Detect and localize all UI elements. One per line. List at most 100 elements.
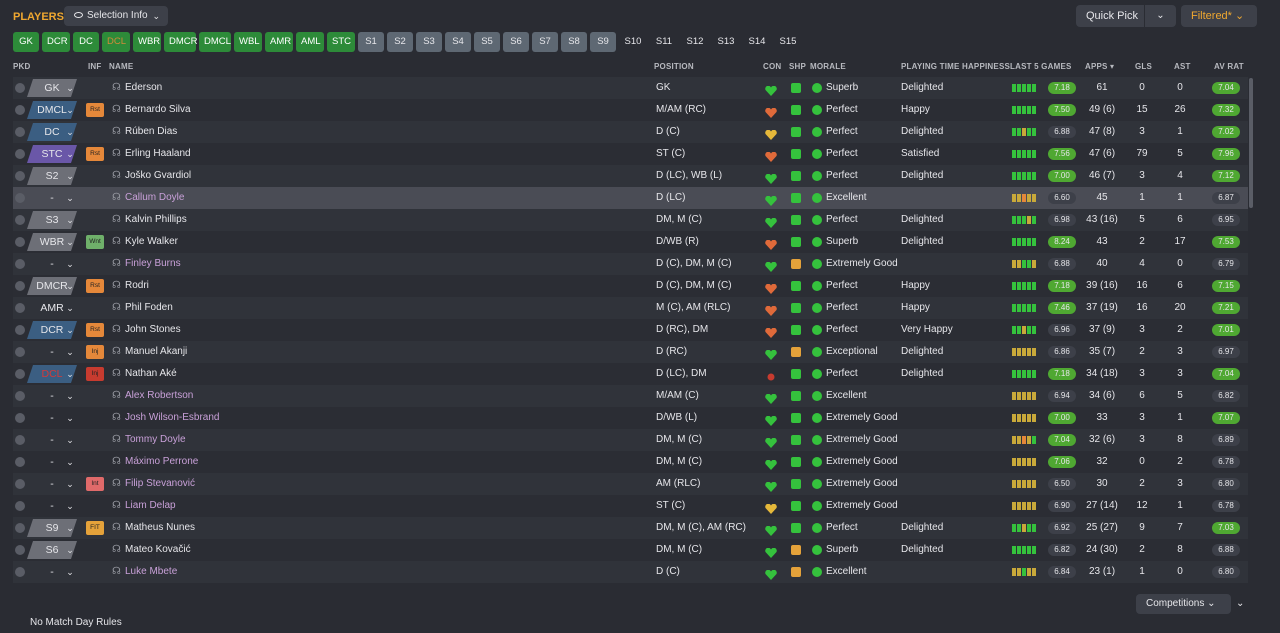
- player-name[interactable]: Máximo Perrone: [125, 451, 198, 473]
- select-checkbox[interactable]: [15, 237, 25, 247]
- player-name[interactable]: John Stones: [125, 319, 181, 341]
- select-checkbox[interactable]: [15, 545, 25, 555]
- position-filter-s7[interactable]: S7: [532, 32, 558, 52]
- position-filter-s15[interactable]: S15: [774, 32, 802, 52]
- select-checkbox[interactable]: [15, 479, 25, 489]
- chevron-down-icon[interactable]: ⌄: [63, 165, 77, 187]
- quick-pick-dropdown[interactable]: ⌄: [1144, 5, 1176, 27]
- chevron-down-icon[interactable]: ⌄: [63, 561, 77, 583]
- player-name[interactable]: Matheus Nunes: [125, 517, 195, 539]
- chevron-down-icon[interactable]: ⌄: [63, 539, 77, 561]
- chevron-down-icon[interactable]: ⌄: [63, 187, 77, 209]
- position-filter-s14[interactable]: S14: [743, 32, 771, 52]
- position-filter-s10[interactable]: S10: [619, 32, 647, 52]
- chevron-down-icon[interactable]: ⌄: [63, 275, 77, 297]
- select-checkbox[interactable]: [15, 171, 25, 181]
- player-name[interactable]: Phil Foden: [125, 297, 173, 319]
- table-row[interactable]: STC ⌄ Rst ☊ Erling Haaland ST (C) Perfect Satis…: [13, 143, 1248, 165]
- table-row[interactable]: DCR ⌄ Rst ☊ John Stones D (RC), DM Perfect Very…: [13, 319, 1248, 341]
- player-name[interactable]: Rúben Dias: [125, 121, 177, 143]
- player-name[interactable]: Rodri: [125, 275, 149, 297]
- position-filter-s12[interactable]: S12: [681, 32, 709, 52]
- select-checkbox[interactable]: [15, 215, 25, 225]
- chevron-down-icon[interactable]: ⌄: [63, 297, 77, 319]
- player-name[interactable]: Liam Delap: [125, 495, 176, 517]
- table-row[interactable]: - ⌄ ☊ Luke Mbete D (C) Excellent 6.84 23 (1) 1 0 6…: [13, 561, 1248, 583]
- player-name[interactable]: Nathan Aké: [125, 363, 177, 385]
- player-name[interactable]: Alex Robertson: [125, 385, 193, 407]
- position-filter-aml[interactable]: AML: [296, 32, 324, 52]
- select-checkbox[interactable]: [15, 83, 25, 93]
- position-filter-dc[interactable]: DC: [73, 32, 99, 52]
- chevron-down-icon[interactable]: ⌄: [63, 231, 77, 253]
- position-filter-dmcr[interactable]: DMCR: [164, 32, 198, 52]
- col-gls[interactable]: GLS: [1135, 62, 1152, 72]
- position-filter-dmcl[interactable]: DMCL: [199, 32, 231, 52]
- player-name[interactable]: Ederson: [125, 77, 162, 99]
- position-filter-s4[interactable]: S4: [445, 32, 471, 52]
- table-row[interactable]: DCL ⌄ Inj ☊ Nathan Aké D (LC), DM Perfect Delig…: [13, 363, 1248, 385]
- player-name[interactable]: Bernardo Silva: [125, 99, 191, 121]
- player-name[interactable]: Luke Mbete: [125, 561, 177, 583]
- chevron-down-icon[interactable]: ⌄: [63, 77, 77, 99]
- select-checkbox[interactable]: [15, 347, 25, 357]
- col-inf[interactable]: INF: [88, 62, 102, 72]
- position-filter-gk[interactable]: GK: [13, 32, 39, 52]
- player-name[interactable]: Finley Burns: [125, 253, 181, 275]
- table-row[interactable]: S3 ⌄ ☊ Kalvin Phillips DM, M (C) Perfect Delig…: [13, 209, 1248, 231]
- position-filter-s2[interactable]: S2: [387, 32, 413, 52]
- col-shp[interactable]: SHP: [789, 62, 806, 72]
- table-row[interactable]: DMCL ⌄ Rst ☊ Bernardo Silva M/AM (RC) Perfect H…: [13, 99, 1248, 121]
- table-row[interactable]: S6 ⌄ ☊ Mateo Kovačić DM, M (C) Superb Delighte…: [13, 539, 1248, 561]
- competitions-dropdown[interactable]: Competitions ⌄: [1136, 594, 1231, 614]
- table-row[interactable]: - ⌄ Int ☊ Filip Stevanović AM (RLC) Extremely …: [13, 473, 1248, 495]
- table-row[interactable]: - ⌄ ☊ Alex Robertson M/AM (C) Excellent 6.94 34…: [13, 385, 1248, 407]
- table-row[interactable]: S9 ⌄ FIT ☊ Matheus Nunes DM, M (C), AM (RC) Pe…: [13, 517, 1248, 539]
- position-filter-stc[interactable]: STC: [327, 32, 355, 52]
- table-row[interactable]: - ⌄ Inj ☊ Manuel Akanji D (RC) Exceptional Deli…: [13, 341, 1248, 363]
- chevron-down-icon[interactable]: ⌄: [63, 407, 77, 429]
- player-name[interactable]: Kalvin Phillips: [125, 209, 187, 231]
- select-checkbox[interactable]: [15, 127, 25, 137]
- chevron-down-icon[interactable]: ⌄: [63, 429, 77, 451]
- select-checkbox[interactable]: [15, 413, 25, 423]
- position-filter-s9[interactable]: S9: [590, 32, 616, 52]
- col-ast[interactable]: AST: [1174, 62, 1191, 72]
- position-filter-amr[interactable]: AMR: [265, 32, 293, 52]
- table-row[interactable]: - ⌄ ☊ Callum Doyle D (LC) Excellent 6.60 45 1 1 6.…: [13, 187, 1248, 209]
- table-row[interactable]: GK ⌄ ☊ Ederson GK Superb Delighted 7.18 61 0 0 7.04: [13, 77, 1248, 99]
- player-name[interactable]: Josh Wilson-Esbrand: [125, 407, 219, 429]
- position-filter-wbl[interactable]: WBL: [234, 32, 262, 52]
- select-checkbox[interactable]: [15, 567, 25, 577]
- position-filter-s8[interactable]: S8: [561, 32, 587, 52]
- selection-info-button[interactable]: Selection Info ⌄: [64, 6, 168, 26]
- player-name[interactable]: Mateo Kovačić: [125, 539, 191, 561]
- position-filter-s3[interactable]: S3: [416, 32, 442, 52]
- select-checkbox[interactable]: [15, 369, 25, 379]
- position-filter-s13[interactable]: S13: [712, 32, 740, 52]
- chevron-down-icon[interactable]: ⌄: [63, 451, 77, 473]
- table-row[interactable]: - ⌄ ☊ Tommy Doyle DM, M (C) Extremely Good 7.0…: [13, 429, 1248, 451]
- chevron-down-icon[interactable]: ⌄: [63, 473, 77, 495]
- select-checkbox[interactable]: [15, 501, 25, 511]
- chevron-down-icon[interactable]: ⌄: [63, 121, 77, 143]
- chevron-down-icon[interactable]: ⌄: [63, 341, 77, 363]
- select-checkbox[interactable]: [15, 325, 25, 335]
- chevron-down-icon[interactable]: ⌄: [1236, 594, 1248, 614]
- filter-button[interactable]: Filtered* ⌄: [1181, 5, 1257, 27]
- select-checkbox[interactable]: [15, 457, 25, 467]
- select-checkbox[interactable]: [15, 149, 25, 159]
- position-filter-wbr[interactable]: WBR: [133, 32, 161, 52]
- chevron-down-icon[interactable]: ⌄: [63, 385, 77, 407]
- col-position[interactable]: POSITION: [654, 62, 694, 72]
- select-checkbox[interactable]: [15, 281, 25, 291]
- table-row[interactable]: - ⌄ ☊ Máximo Perrone DM, M (C) Extremely Good…: [13, 451, 1248, 473]
- player-name[interactable]: Filip Stevanović: [125, 473, 195, 495]
- col-pkd[interactable]: PKD: [13, 62, 31, 72]
- position-filter-dcl[interactable]: DCL: [102, 32, 130, 52]
- select-checkbox[interactable]: [15, 193, 25, 203]
- position-filter-s6[interactable]: S6: [503, 32, 529, 52]
- table-row[interactable]: - ⌄ ☊ Liam Delap ST (C) Extremely Good 6.90 27 …: [13, 495, 1248, 517]
- col-con[interactable]: CON: [763, 62, 781, 72]
- position-filter-s1[interactable]: S1: [358, 32, 384, 52]
